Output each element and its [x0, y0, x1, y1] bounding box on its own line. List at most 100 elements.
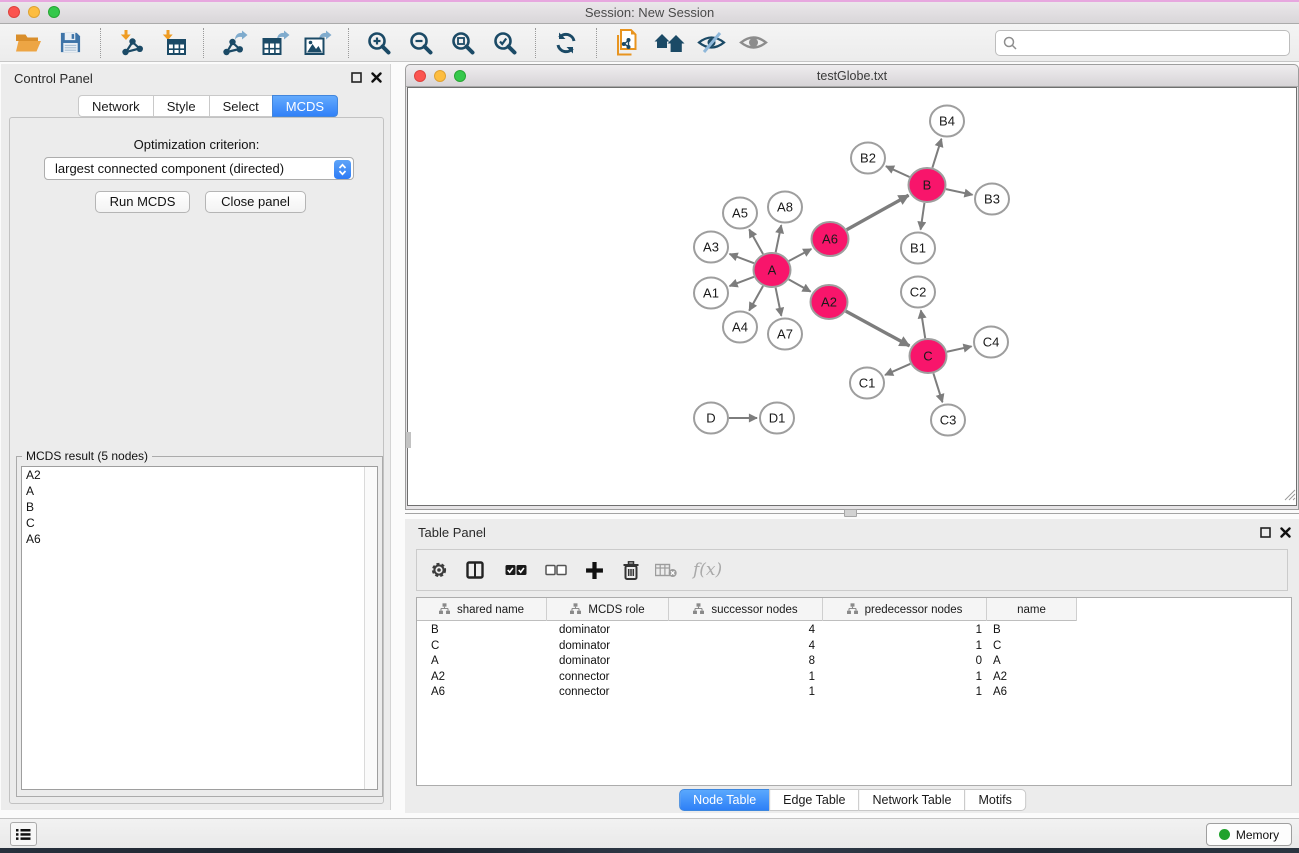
edge-C-C1[interactable]	[885, 364, 910, 375]
edge-A6-B[interactable]	[847, 195, 909, 229]
node-A[interactable]: A	[754, 253, 791, 287]
search-input[interactable]	[1022, 33, 1289, 53]
node-B4[interactable]: B4	[930, 106, 964, 137]
edge-A-A3[interactable]	[730, 254, 754, 263]
tab-network[interactable]: Network	[78, 95, 154, 117]
tab-edge-table[interactable]: Edge Table	[769, 789, 859, 811]
zoom-selected-button[interactable]	[489, 27, 521, 59]
edge-A-A8[interactable]	[776, 225, 782, 252]
column-header-shared-name[interactable]: shared name	[417, 598, 547, 621]
task-history-button[interactable]	[10, 822, 37, 846]
node-B[interactable]: B	[909, 168, 946, 202]
edge-A-A4[interactable]	[749, 286, 763, 311]
show-all-button[interactable]	[737, 27, 769, 59]
mcds-result-item[interactable]: A2	[22, 467, 377, 483]
vertical-scrollbar-nub[interactable]	[406, 432, 411, 448]
node-D[interactable]: D	[694, 403, 728, 434]
save-session-button[interactable]	[54, 27, 86, 59]
network-canvas[interactable]: B4B2BB3A5A8A6B1A3AC2A1A2A4A7C4CC1C3DD1	[407, 87, 1297, 506]
edge-A-A2[interactable]	[789, 279, 811, 291]
edge-A2-C[interactable]	[846, 311, 910, 346]
column-header-successor-nodes[interactable]: successor nodes	[669, 598, 823, 621]
table-row[interactable]: A6connector11A6	[417, 685, 1291, 701]
edge-A-A7[interactable]	[776, 288, 782, 316]
select-stepper[interactable]	[334, 160, 351, 179]
node-A1[interactable]: A1	[694, 278, 728, 309]
edge-C-C3[interactable]	[933, 373, 942, 402]
export-network-button[interactable]	[218, 27, 250, 59]
edge-A-A1[interactable]	[730, 277, 754, 286]
close-panel-button[interactable]: Close panel	[205, 191, 306, 213]
mcds-result-item[interactable]: A	[22, 483, 377, 499]
column-header-name[interactable]: name	[987, 598, 1077, 621]
table-row[interactable]: Bdominator41B	[417, 623, 1291, 639]
criterion-select[interactable]: largest connected component (directed)	[44, 157, 354, 180]
mcds-result-item[interactable]: C	[22, 515, 377, 531]
table-row[interactable]: Cdominator41C	[417, 639, 1291, 655]
float-table-panel-icon[interactable]	[1260, 527, 1271, 538]
table-row[interactable]: A2connector11A2	[417, 670, 1291, 686]
search-box[interactable]	[995, 30, 1290, 56]
edge-B-B3[interactable]	[946, 189, 973, 195]
node-B1[interactable]: B1	[901, 233, 935, 264]
resize-grip-icon[interactable]	[1283, 488, 1296, 506]
column-header-predecessor-nodes[interactable]: predecessor nodes	[823, 598, 987, 621]
tab-node-table[interactable]: Node Table	[679, 789, 770, 811]
tab-mcds[interactable]: MCDS	[272, 95, 338, 117]
open-session-button[interactable]	[12, 27, 44, 59]
node-A8[interactable]: A8	[768, 192, 802, 223]
add-column-button[interactable]	[585, 561, 604, 580]
edge-C-C2[interactable]	[921, 310, 925, 338]
tab-style[interactable]: Style	[153, 95, 210, 117]
node-C[interactable]: C	[910, 339, 947, 373]
zoom-in-button[interactable]	[363, 27, 395, 59]
close-table-panel-icon[interactable]	[1280, 527, 1291, 538]
function-builder-button[interactable]: f(x)	[693, 560, 722, 580]
node-B3[interactable]: B3	[975, 184, 1009, 215]
mcds-result-item[interactable]: B	[22, 499, 377, 515]
refresh-button[interactable]	[550, 27, 582, 59]
export-image-button[interactable]	[302, 27, 334, 59]
delete-column-button[interactable]	[623, 561, 639, 580]
edge-C-C4[interactable]	[947, 346, 972, 351]
table-settings-button[interactable]	[430, 561, 448, 579]
node-C2[interactable]: C2	[901, 277, 935, 308]
node-A6[interactable]: A6	[812, 222, 849, 256]
split-columns-button[interactable]	[466, 561, 484, 579]
node-A2[interactable]: A2	[811, 285, 848, 319]
node-A4[interactable]: A4	[723, 312, 757, 343]
node-C4[interactable]: C4	[974, 327, 1008, 358]
export-table-button[interactable]	[260, 27, 292, 59]
edge-B-B4[interactable]	[932, 139, 941, 168]
edge-B-B1[interactable]	[921, 203, 925, 230]
node-C1[interactable]: C1	[850, 368, 884, 399]
panel-splitter-handle[interactable]	[844, 509, 857, 517]
delete-table-button[interactable]	[655, 563, 677, 577]
import-table-button[interactable]	[157, 27, 189, 59]
mcds-list-scrollbar[interactable]	[364, 467, 377, 789]
node-D1[interactable]: D1	[760, 403, 794, 434]
network-window-titlebar[interactable]: testGlobe.txt	[406, 65, 1298, 87]
mcds-result-item[interactable]: A6	[22, 531, 377, 547]
hide-selected-button[interactable]	[695, 27, 727, 59]
node-C3[interactable]: C3	[931, 405, 965, 436]
node-A7[interactable]: A7	[768, 319, 802, 350]
close-panel-icon[interactable]	[371, 72, 382, 83]
zoom-fit-button[interactable]	[447, 27, 479, 59]
unselect-all-button[interactable]	[545, 564, 567, 576]
tab-motifs[interactable]: Motifs	[964, 789, 1025, 811]
edge-A-A6[interactable]	[789, 249, 811, 261]
table-row[interactable]: Adominator80A	[417, 654, 1291, 670]
home-button[interactable]	[653, 27, 685, 59]
mcds-result-list[interactable]: A2ABCA6	[21, 466, 378, 790]
open-session-file-button[interactable]	[611, 27, 643, 59]
node-A5[interactable]: A5	[723, 198, 757, 229]
edge-B-B2[interactable]	[886, 166, 910, 177]
float-panel-icon[interactable]	[351, 72, 362, 83]
column-header-mcds-role[interactable]: MCDS role	[547, 598, 669, 621]
import-network-button[interactable]	[115, 27, 147, 59]
edge-A-A5[interactable]	[749, 229, 763, 254]
run-mcds-button[interactable]: Run MCDS	[95, 191, 190, 213]
select-all-button[interactable]	[505, 564, 527, 576]
node-A3[interactable]: A3	[694, 232, 728, 263]
